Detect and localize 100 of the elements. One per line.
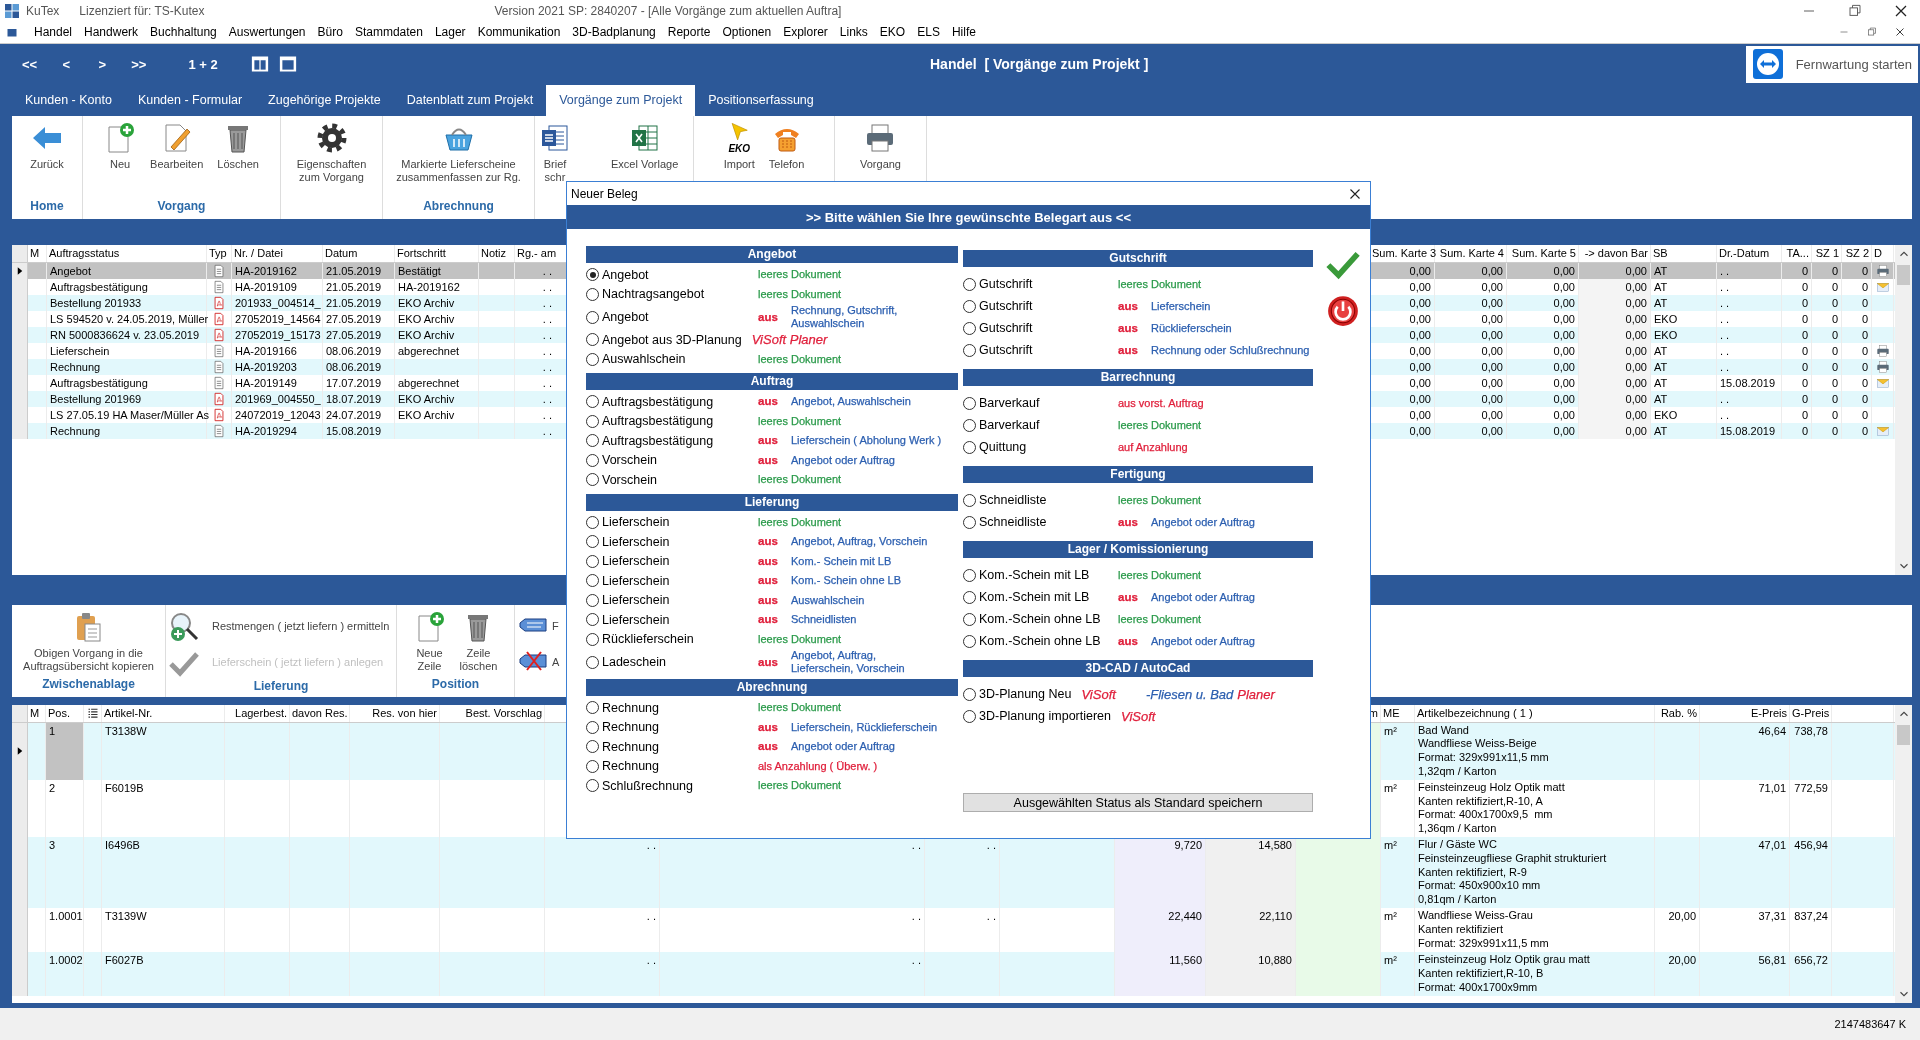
- table-cell: . .: [1717, 294, 1782, 311]
- table-cell: . .: [925, 907, 1000, 952]
- option-note: Lieferschein, Rücklieferschein: [791, 720, 938, 734]
- memory-status: 2147483647 K: [1834, 1018, 1906, 1031]
- table-cell: 656,72: [1790, 951, 1832, 996]
- table-cell: . .: [1717, 358, 1782, 375]
- table-cell: 0: [1782, 342, 1812, 359]
- section-header: Abrechnung: [586, 679, 958, 696]
- table-cell: . .: [1717, 406, 1782, 423]
- option-note: aus: [1118, 321, 1138, 335]
- table-cell: 2: [46, 779, 84, 837]
- table-cell: 14,580: [1206, 836, 1296, 908]
- table-cell: Auftragsbestätigung: [47, 374, 207, 391]
- option-note: aus: [758, 535, 778, 549]
- option-note: leeres Dokument: [758, 473, 842, 487]
- table-cell: 24072019_12043: [232, 406, 323, 423]
- table-cell: 0: [1842, 278, 1872, 295]
- table-cell: 9,720: [1115, 836, 1206, 908]
- table-cell: EKO: [1651, 326, 1717, 343]
- table-cell: EKO Archiv: [395, 294, 479, 311]
- table-cell: HA-2019294: [232, 422, 323, 439]
- group-label: Abrechnung: [423, 198, 494, 215]
- table-cell: 456,94: [1790, 836, 1832, 908]
- table-cell: m²: [1381, 836, 1415, 908]
- table-cell: 3: [46, 836, 84, 908]
- option-note: Angebot, Auswahlschein: [791, 395, 911, 409]
- option-note: Angebot, Auftrag, Vorschein: [791, 535, 928, 549]
- table-cell: RN 5000836624 v. 23.05.2019: [47, 326, 207, 343]
- table-cell: 0: [1782, 294, 1812, 311]
- table-cell: T3138W: [102, 722, 225, 780]
- table-cell: 1: [46, 722, 84, 780]
- table-cell: 15.08.2019: [1717, 422, 1782, 439]
- option-note: aus: [758, 395, 778, 409]
- table-cell: LS 594520 v. 24.05.2019, Müller: [47, 310, 207, 327]
- table-cell: . .: [1717, 278, 1782, 295]
- option-note: Rechnung oder Schlußrechnung: [1151, 343, 1310, 357]
- table-cell: 0: [1812, 278, 1842, 295]
- option-note: Planer: [1237, 687, 1275, 701]
- option-note: leeres Dokument: [758, 515, 842, 529]
- table-cell: m²: [1381, 907, 1415, 952]
- table-cell: 20,00: [1655, 907, 1700, 952]
- table-cell: 22,110: [1206, 907, 1296, 952]
- option-note: aus vorst. Auftrag: [1118, 396, 1204, 410]
- table-cell: EKO: [1651, 406, 1717, 423]
- option-note: Lieferschein: [1151, 299, 1211, 313]
- table-cell: Bestätigt: [395, 262, 479, 279]
- table-cell: 47,01: [1700, 836, 1790, 908]
- table-cell: . .: [1717, 342, 1782, 359]
- table-cell: . .: [545, 907, 660, 952]
- option-note: leeres Dokument: [758, 268, 842, 282]
- table-cell: HA-2019166: [232, 342, 323, 359]
- table-cell: HA-2019109: [232, 278, 323, 295]
- table-cell: AT: [1651, 342, 1717, 359]
- table-cell: LS 27.05.19 HA Maser/Müller As: [47, 406, 207, 423]
- table-cell: 0: [1782, 326, 1812, 343]
- table-cell: EKO: [1651, 310, 1717, 327]
- table-cell: 0: [1842, 390, 1872, 407]
- table-cell: EKO Archiv: [395, 406, 479, 423]
- table-cell: 738,78: [1790, 722, 1832, 780]
- table-cell: . .: [660, 951, 925, 996]
- table-cell: 0: [1842, 326, 1872, 343]
- section-header: Gutschrift: [963, 250, 1313, 267]
- option-note: leeres Dokument: [758, 779, 842, 793]
- table-cell: 0: [1842, 294, 1872, 311]
- option-note: aus: [1118, 343, 1138, 357]
- option-note: leeres Dokument: [1118, 277, 1202, 291]
- table-cell: 0: [1812, 342, 1842, 359]
- table-cell: 1.0001: [46, 907, 84, 952]
- table-cell: 0: [1812, 310, 1842, 327]
- table-cell: F6019B: [102, 779, 225, 837]
- table-cell: 15.08.2019: [323, 422, 395, 439]
- table-cell: 0: [1812, 358, 1842, 375]
- option-note: als Anzahlung ( Überw. ): [758, 759, 878, 773]
- table-cell: 0: [1812, 422, 1842, 439]
- option-note: Auswahlschein: [791, 593, 865, 607]
- license-text: Lizenziert für: TS-Kutex: [79, 3, 205, 18]
- table-cell: 21.05.2019: [323, 262, 395, 279]
- section-header: Lager / Komissionierung: [963, 541, 1313, 558]
- table-cell: m²: [1381, 722, 1415, 780]
- option-note: aus: [758, 655, 778, 669]
- table-cell: 0,00: [1435, 406, 1507, 423]
- section-header: Auftrag: [586, 373, 958, 390]
- option-note: Angebot oder Auftrag: [791, 740, 895, 754]
- section-header: 3D-CAD / AutoCad: [963, 660, 1313, 677]
- table-cell: 27.05.2019: [323, 310, 395, 327]
- table-cell: m²: [1381, 951, 1415, 996]
- option-note: aus: [758, 574, 778, 588]
- option-note: leeres Dokument: [758, 701, 842, 715]
- table-cell: Feinsteinzeug Holz Optik matt Kanten rektifiziert,R-10, A Format: 400x1700x9,5 mm 1,36qm / Karton: [1415, 779, 1655, 837]
- table-cell: HA-2019149: [232, 374, 323, 391]
- table-cell: 21.05.2019: [323, 278, 395, 295]
- table-cell: 21.05.2019: [323, 294, 395, 311]
- table-cell: 0: [1842, 262, 1872, 279]
- dialog-heading: >> Bitte wählen Sie Ihre gewünschte Belegart aus <<: [567, 205, 1370, 229]
- option-note: -Fliesen u. Bad: [1145, 687, 1234, 701]
- option-note: Angebot, Auftrag, Lieferschein, Vorschein: [791, 649, 905, 675]
- table-cell: 201933_004514_: [232, 294, 323, 311]
- table-cell: . .: [1717, 310, 1782, 327]
- option-note: aus: [758, 593, 778, 607]
- table-cell: Wandfliese Weiss-Grau Kanten rektifiziert Format: 329x991x11,5 mm: [1415, 907, 1655, 952]
